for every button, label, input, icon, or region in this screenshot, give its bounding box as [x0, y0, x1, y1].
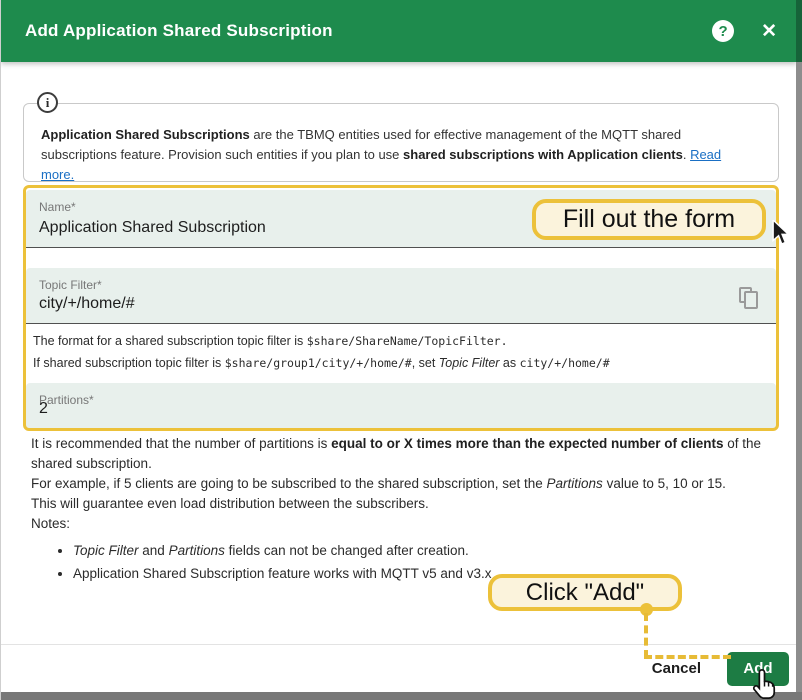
cancel-button[interactable]: Cancel [652, 660, 701, 677]
notes-label: Notes: [31, 514, 773, 534]
callout-connector-horizontal [644, 655, 731, 659]
add-shared-subscription-dialog: Add Application Shared Subscription ? ✕ … [0, 0, 802, 700]
dialog-title: Add Application Shared Subscription [25, 21, 712, 41]
fill-form-callout: Fill out the form [532, 199, 766, 240]
backdrop-edge-right [796, 62, 802, 700]
paragraph-example: For example, if 5 clients are going to b… [31, 474, 773, 494]
description-text: It is recommended that the number of par… [31, 434, 773, 587]
dialog-header: Add Application Shared Subscription ? ✕ [1, 0, 797, 62]
info-bold-1: Application Shared Subscriptions [41, 127, 250, 142]
callout-connector-vertical [644, 613, 648, 658]
info-bold-2: shared subscriptions with Application cl… [403, 147, 683, 162]
hint-line-2: If shared subscription topic filter is $… [33, 352, 763, 374]
hint-line-1: The format for a shared subscription top… [33, 330, 763, 352]
topic-filter-label: Topic Filter* [39, 278, 102, 292]
partitions-field[interactable]: Partitions* 2 [26, 383, 776, 428]
topic-filter-value: city/+/home/# [39, 295, 135, 313]
mouse-arrow-cursor [771, 220, 793, 251]
info-text-2: . [683, 147, 690, 162]
backdrop-edge-right-header [796, 0, 802, 62]
hint-code-result: city/+/home/# [520, 356, 610, 370]
topic-filter-hint: The format for a shared subscription top… [33, 330, 763, 374]
hint-code-example: $share/group1/city/+/home/# [225, 356, 412, 370]
help-icon[interactable]: ? [712, 20, 734, 42]
paragraph-recommendation: It is recommended that the number of par… [31, 434, 773, 474]
copy-icon[interactable] [739, 287, 760, 310]
note-item-1: Topic Filter and Partitions fields can n… [73, 541, 773, 561]
close-icon[interactable]: ✕ [761, 22, 777, 41]
click-add-callout: Click "Add" [488, 574, 682, 611]
hint-code-format: $share/ShareName/TopicFilter [307, 334, 501, 348]
name-field-value: Application Shared Subscription [39, 219, 266, 237]
backdrop-edge-bottom [1, 692, 802, 700]
hand-pointer-cursor [750, 668, 780, 700]
topic-filter-field[interactable]: Topic Filter* city/+/home/# [26, 268, 776, 324]
info-icon: i [37, 92, 58, 113]
partitions-value: 2 [39, 400, 48, 418]
paragraph-guarantee: This will guarantee even load distributi… [31, 494, 773, 514]
footer-actions: Cancel Add [1, 645, 797, 692]
info-text: Application Shared Subscriptions are the… [41, 125, 747, 185]
name-field-label: Name* [39, 200, 76, 214]
